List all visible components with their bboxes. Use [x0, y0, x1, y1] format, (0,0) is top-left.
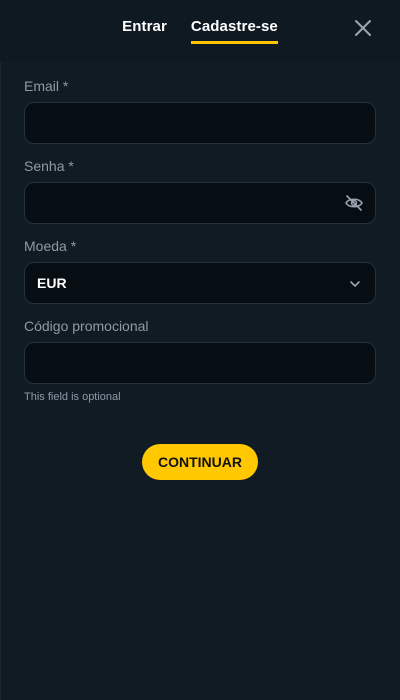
- email-group: Email *: [24, 78, 376, 144]
- promo-hint: This field is optional: [24, 391, 121, 403]
- header: Entrar Cadastre-se: [0, 0, 400, 62]
- email-label: Email *: [24, 78, 69, 94]
- email-field-wrapper: [24, 102, 376, 144]
- password-group: Senha *: [24, 158, 376, 224]
- close-icon[interactable]: [352, 17, 374, 39]
- chevron-down-icon: [350, 281, 360, 287]
- promo-label: Código promocional: [24, 318, 149, 334]
- tab-login[interactable]: Entrar: [122, 18, 167, 44]
- password-field-wrapper: [24, 182, 376, 224]
- currency-label: Moeda *: [24, 238, 77, 254]
- password-field[interactable]: [25, 183, 375, 223]
- promo-group: Código promocional This field is optiona…: [24, 318, 376, 403]
- currency-selected-value: EUR: [37, 275, 67, 291]
- currency-group: Moeda * EUR: [24, 238, 376, 304]
- email-field[interactable]: [25, 103, 375, 143]
- currency-select[interactable]: EUR: [24, 262, 376, 304]
- continue-button[interactable]: CONTINUAR: [142, 444, 258, 480]
- tab-register[interactable]: Cadastre-se: [190, 18, 278, 44]
- auth-tabs: Entrar Cadastre-se: [0, 18, 400, 44]
- eye-off-icon[interactable]: [345, 195, 363, 211]
- password-label: Senha *: [24, 158, 74, 174]
- promo-field-wrapper: [24, 342, 376, 384]
- promo-code-field[interactable]: [25, 343, 375, 383]
- register-form: Email * Senha * Moeda * EUR Código promo…: [0, 62, 400, 700]
